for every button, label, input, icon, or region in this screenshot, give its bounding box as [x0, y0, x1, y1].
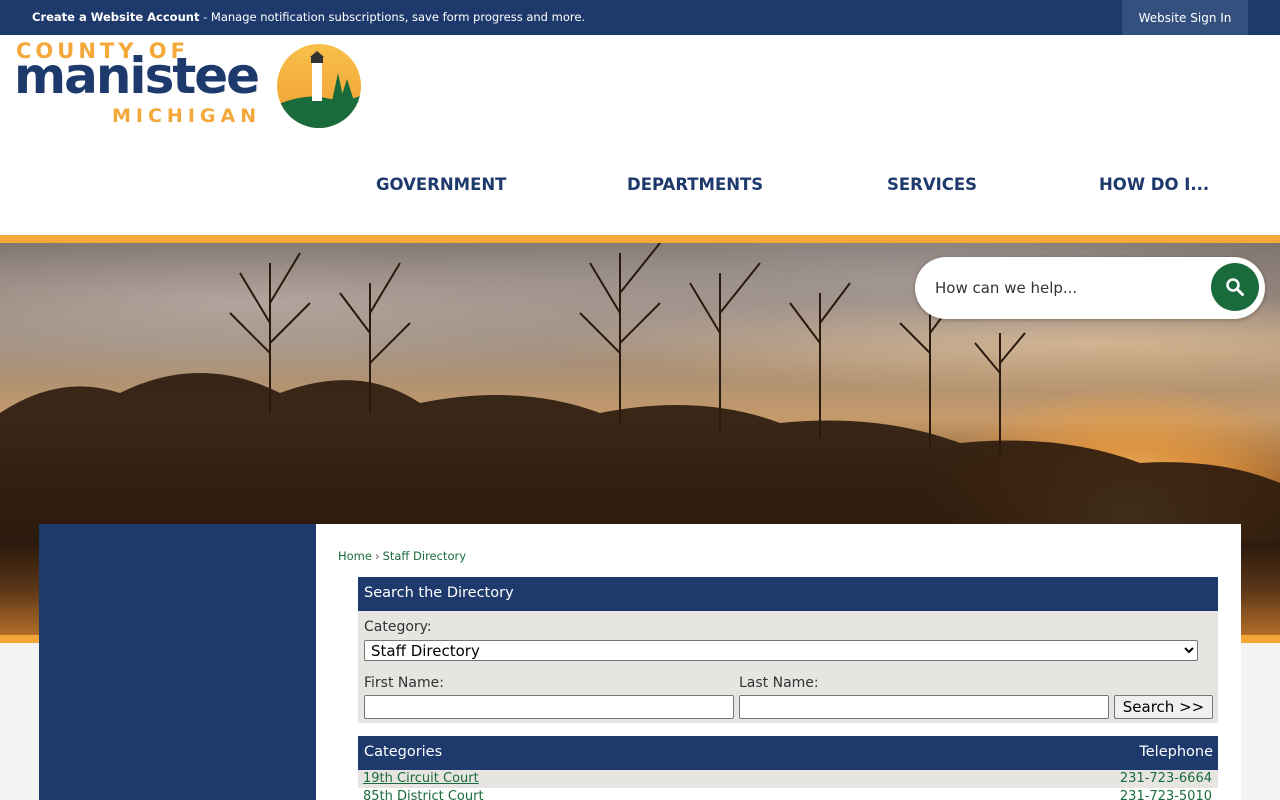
site-search-input[interactable] — [935, 275, 1205, 301]
category-telephone: 231-723-6664 — [1119, 771, 1212, 786]
category-select[interactable]: Staff Directory — [364, 640, 1198, 661]
category-label: Category: — [364, 619, 432, 635]
last-name-input[interactable] — [739, 695, 1109, 719]
nav-how-do-i[interactable]: HOW DO I... — [1099, 175, 1209, 194]
category-telephone: 231-723-5010 — [1119, 789, 1212, 800]
main-nav: GOVERNMENT DEPARTMENTS SERVICES HOW DO I… — [0, 175, 1280, 199]
first-name-label: First Name: — [364, 675, 444, 691]
breadcrumb: Home › Staff Directory — [338, 549, 466, 563]
header-accent-bar — [0, 235, 1280, 243]
website-sign-in-button[interactable]: Website Sign In — [1122, 0, 1248, 35]
categories-table-header: Categories Telephone — [358, 736, 1218, 770]
create-account-message: Create a Website Account - Manage notifi… — [32, 10, 585, 24]
column-categories: Categories — [364, 744, 443, 760]
create-account-link[interactable]: Create a Website Account — [32, 10, 199, 24]
breadcrumb-staff-directory[interactable]: Staff Directory — [383, 549, 466, 563]
county-logo[interactable]: COUNTY OF manistee MICHIGAN — [14, 39, 364, 136]
table-row: 85th District Court 231-723-5010 — [358, 788, 1218, 800]
site-header: COUNTY OF manistee MICHIGAN GOVERNMENT D… — [0, 35, 1280, 235]
first-name-input[interactable] — [364, 695, 734, 719]
nav-departments[interactable]: DEPARTMENTS — [627, 175, 763, 194]
breadcrumb-home[interactable]: Home — [338, 549, 372, 563]
category-link[interactable]: 19th Circuit Court — [363, 771, 479, 786]
directory-search-panel: Search the Directory Category: Staff Dir… — [358, 577, 1218, 723]
breadcrumb-separator: › — [374, 549, 380, 563]
categories-table-body: 19th Circuit Court 231-723-6664 85th Dis… — [358, 770, 1218, 800]
lighthouse-seal-icon — [277, 44, 361, 128]
main-content: Home › Staff Directory Search the Director… — [316, 524, 1241, 800]
last-name-label: Last Name: — [739, 675, 819, 691]
directory-search-button[interactable]: Search >> — [1114, 695, 1213, 719]
search-icon — [1226, 278, 1244, 296]
site-search-button[interactable] — [1211, 263, 1259, 311]
category-link[interactable]: 85th District Court — [363, 789, 484, 800]
left-sidebar — [39, 524, 316, 800]
table-row: 19th Circuit Court 231-723-6664 — [358, 770, 1218, 788]
categories-table: Categories Telephone 19th Circuit Court … — [358, 736, 1218, 800]
nav-government[interactable]: GOVERNMENT — [376, 175, 506, 194]
logo-manistee: manistee — [14, 47, 260, 105]
create-account-description: - Manage notification subscriptions, sav… — [199, 10, 586, 24]
nav-services[interactable]: SERVICES — [887, 175, 977, 194]
logo-michigan: MICHIGAN — [112, 105, 262, 127]
top-bar: Create a Website Account - Manage notifi… — [0, 0, 1280, 35]
column-telephone: Telephone — [1139, 744, 1213, 760]
site-search-box — [915, 257, 1265, 319]
directory-search-title: Search the Directory — [358, 577, 1218, 611]
